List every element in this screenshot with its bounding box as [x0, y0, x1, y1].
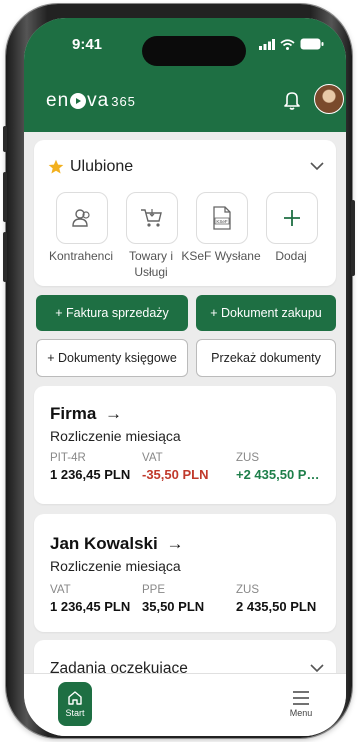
person-col2-value: 35,50 PLN — [142, 599, 205, 614]
power-button — [351, 200, 355, 276]
company-title: Firma — [50, 404, 97, 423]
company-col2-label: VAT — [142, 452, 163, 464]
ksef-doc-icon: KSeF — [213, 206, 231, 230]
person-subtitle: Rozliczenie miesiąca — [50, 558, 181, 574]
accounting-documents-button[interactable]: + Dokumenty księgowe — [36, 339, 188, 377]
enova-logo: en va 365 — [46, 90, 136, 112]
ksef-icon-text: KSeF — [216, 219, 228, 224]
status-icons — [259, 38, 324, 50]
company-title-row: Firma → — [50, 404, 122, 424]
company-col3-value: +2 435,50 P… — [236, 467, 320, 482]
chevron-down-icon[interactable] — [310, 664, 324, 673]
person-col1-value: 1 236,45 PLN — [50, 599, 131, 614]
favorites-title: Ulubione — [70, 158, 134, 175]
tile-label-towary: Towary i Usługi — [128, 249, 173, 279]
tab-start[interactable]: Start — [58, 682, 92, 726]
company-subtitle: Rozliczenie miesiąca — [50, 428, 181, 444]
logo-number: 365 — [111, 93, 136, 109]
company-card[interactable]: Firma → Rozliczenie miesiąca PIT-4R VAT … — [34, 386, 336, 504]
logo-text-right: va — [87, 90, 110, 111]
person-card[interactable]: Jan Kowalski → Rozliczenie miesiąca VAT … — [34, 514, 336, 632]
person-title: Jan Kowalski — [50, 534, 158, 553]
volume-up-button — [3, 172, 7, 222]
app-screen: 9:41 en va 365 Ulubione KSeF Kontrahenci… — [24, 18, 346, 736]
person-title-row: Jan Kowalski → — [50, 534, 183, 554]
arrow-right-icon: → — [105, 404, 123, 423]
status-time: 9:41 — [72, 36, 103, 53]
home-icon — [68, 691, 82, 705]
app-header: 9:41 en va 365 — [24, 18, 346, 132]
plus-icon — [284, 210, 300, 226]
dynamic-island — [142, 36, 246, 66]
tile-ksef[interactable]: KSeF — [196, 192, 248, 244]
arrow-right-icon: → — [166, 534, 184, 553]
tile-label-dodaj: Dodaj — [275, 249, 307, 263]
phone-frame: 9:41 en va 365 Ulubione KSeF Kontrahenci… — [3, 4, 355, 738]
tile-towary[interactable] — [126, 192, 178, 244]
wifi-icon — [280, 38, 295, 50]
logo-text-left: en — [46, 90, 70, 111]
tab-menu-label: Menu — [289, 707, 313, 718]
signal-icon — [259, 38, 275, 50]
cart-icon — [141, 209, 162, 227]
company-col2-value: -35,50 PLN — [142, 467, 209, 482]
mute-switch — [3, 126, 7, 152]
company-col3-label: ZUS — [236, 452, 259, 464]
transfer-documents-button[interactable]: Przekaż dokumenty — [196, 339, 336, 377]
chevron-down-icon[interactable] — [310, 162, 324, 171]
company-col1-label: PIT-4R — [50, 452, 86, 464]
tile-label-ksef: KSeF Wysłane — [181, 249, 261, 263]
bell-icon[interactable] — [284, 90, 300, 110]
tile-kontrahenci[interactable] — [56, 192, 108, 244]
purchase-document-button[interactable]: + Dokument zakupu — [196, 295, 336, 331]
logo-play-icon — [70, 93, 87, 109]
company-col1-value: 1 236,45 PLN — [50, 467, 131, 482]
tile-label-kontrahenci: Kontrahenci — [48, 249, 114, 263]
star-icon — [48, 159, 64, 174]
bottom-tab-bar: Start Menu — [24, 673, 346, 736]
sales-invoice-button[interactable]: + Faktura sprzedaży — [36, 295, 188, 331]
battery-icon — [300, 38, 324, 50]
person-col1-label: VAT — [50, 584, 71, 596]
tile-dodaj[interactable] — [266, 192, 318, 244]
tab-start-label: Start — [65, 708, 85, 718]
person-col2-label: PPE — [142, 584, 166, 596]
people-icon — [72, 209, 90, 227]
person-col3-value: 2 435,50 PLN — [236, 599, 317, 614]
volume-down-button — [3, 232, 7, 282]
person-col3-label: ZUS — [236, 584, 259, 596]
user-avatar[interactable] — [314, 84, 344, 114]
hamburger-menu-icon — [293, 690, 309, 705]
favorites-card: Ulubione KSeF Kontrahenci Towary i Usług… — [34, 140, 336, 286]
tab-menu[interactable]: Menu — [281, 684, 321, 724]
